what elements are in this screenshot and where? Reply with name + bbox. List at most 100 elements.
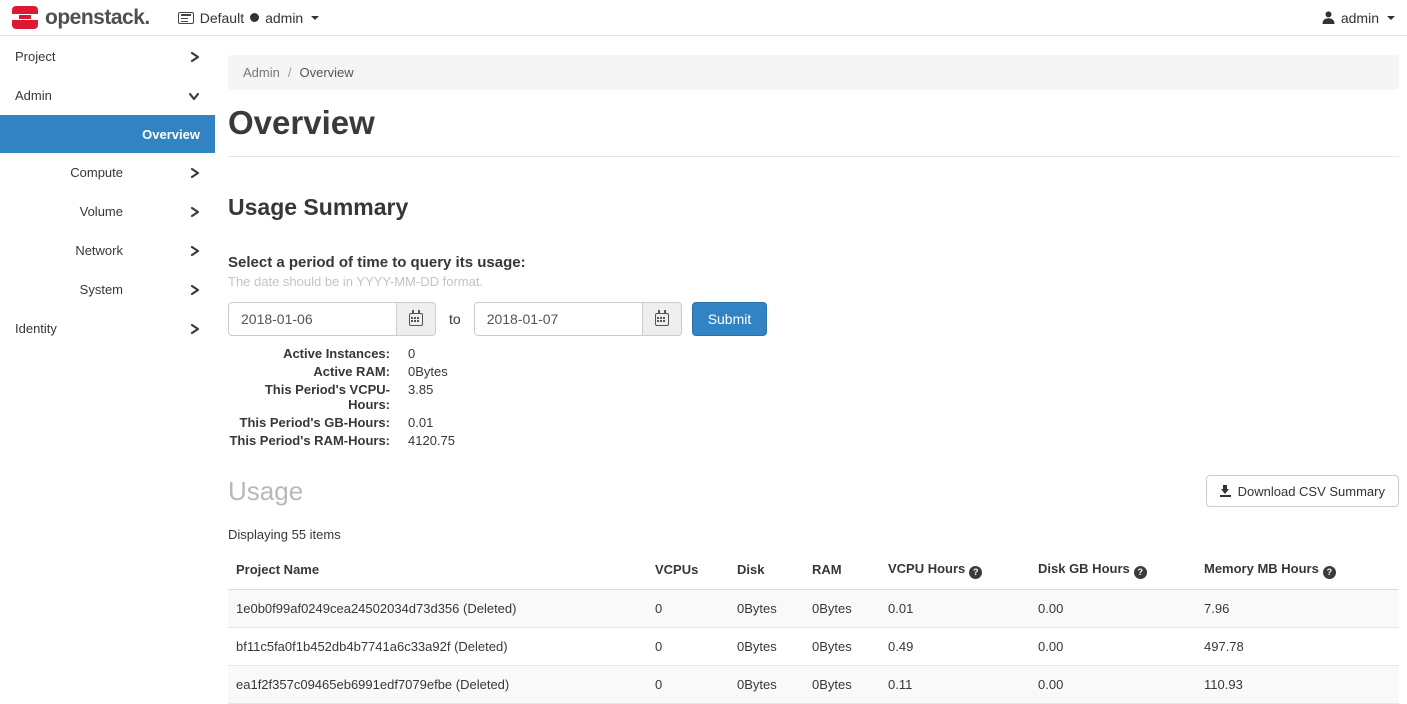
- cell-vcpus: 0: [647, 665, 729, 703]
- user-name: admin: [1341, 10, 1379, 26]
- sidebar-nav: Project Admin Overview Compute Volume Ne…: [0, 37, 215, 348]
- page-title: Overview: [228, 104, 1399, 142]
- table-row: ea1f2f357c09465eb6991edf7079efbe (Delete…: [228, 665, 1399, 703]
- stat-label: This Period's RAM-Hours:: [228, 433, 390, 448]
- cell-disk: 0Bytes: [729, 589, 804, 627]
- openstack-logo-icon: [12, 6, 38, 29]
- date-from-calendar-button[interactable]: [396, 302, 436, 336]
- sidebar-item-admin[interactable]: Admin: [0, 76, 215, 115]
- col-disk-gb-hours[interactable]: Disk GB Hours?: [1030, 552, 1196, 589]
- stat-value: 0.01: [408, 415, 433, 430]
- stat-value: 0Bytes: [408, 364, 448, 379]
- sidebar-item-project[interactable]: Project: [0, 37, 215, 76]
- breadcrumb-admin-link[interactable]: Admin: [243, 65, 280, 80]
- table-row: 1e0b0f99af0249cea24502034d73d356 (Delete…: [228, 589, 1399, 627]
- help-icon[interactable]: ?: [1323, 566, 1336, 579]
- date-from-input[interactable]: [228, 302, 396, 336]
- calendar-icon: [655, 313, 669, 326]
- cell-vcpus: 0: [647, 589, 729, 627]
- usage-stats: Active Instances: 0 Active RAM: 0Bytes T…: [228, 346, 1399, 448]
- domain-label: Default: [200, 10, 244, 26]
- sidebar-item-label: Project: [15, 49, 55, 64]
- title-divider: [228, 156, 1399, 157]
- stat-gb-hours: This Period's GB-Hours: 0.01: [228, 415, 1399, 430]
- col-memory-mb-hours[interactable]: Memory MB Hours?: [1196, 552, 1399, 589]
- date-to-group: [474, 302, 682, 336]
- col-ram[interactable]: RAM: [804, 552, 880, 589]
- submit-button[interactable]: Submit: [692, 302, 768, 336]
- calendar-icon: [409, 313, 423, 326]
- cell-vcpu-hours: 0.49: [880, 627, 1030, 665]
- cell-disk: 0Bytes: [729, 627, 804, 665]
- stat-value: 4120.75: [408, 433, 455, 448]
- cell-ram: 0Bytes: [804, 589, 880, 627]
- stat-active-ram: Active RAM: 0Bytes: [228, 364, 1399, 379]
- table-header-row: Project Name VCPUs Disk RAM VCPU Hours? …: [228, 552, 1399, 589]
- chevron-down-icon: [188, 91, 200, 101]
- user-icon: [1322, 11, 1335, 24]
- col-project-name[interactable]: Project Name: [228, 552, 647, 589]
- breadcrumb-current: Overview: [299, 65, 353, 80]
- chevron-right-icon: [190, 51, 200, 63]
- cell-project-name: ea1f2f357c09465eb6991edf7079efbe (Delete…: [228, 665, 647, 703]
- domain-project-switcher[interactable]: Default admin: [178, 10, 320, 26]
- stat-label: This Period's VCPU-Hours:: [228, 382, 390, 412]
- sidebar-item-system[interactable]: System: [0, 270, 215, 309]
- cell-memory-mb-hours: 7.96: [1196, 589, 1399, 627]
- main-content: Admin / Overview Overview Usage Summary …: [228, 37, 1399, 704]
- sidebar-item-network[interactable]: Network: [0, 231, 215, 270]
- chevron-right-icon: [190, 323, 200, 335]
- top-navbar: openstack. Default admin admin: [0, 0, 1407, 36]
- chevron-right-icon: [190, 284, 200, 296]
- cell-vcpus: 0: [647, 627, 729, 665]
- date-to-input[interactable]: [474, 302, 642, 336]
- sidebar-item-volume[interactable]: Volume: [0, 192, 215, 231]
- help-icon[interactable]: ?: [1134, 566, 1147, 579]
- period-form-hint: The date should be in YYYY-MM-DD format.: [228, 274, 1399, 289]
- cell-vcpu-hours: 0.01: [880, 589, 1030, 627]
- sidebar-item-label: Compute: [70, 165, 123, 180]
- openstack-brand[interactable]: openstack.: [12, 6, 150, 30]
- sidebar-item-label: Identity: [15, 321, 57, 336]
- usage-period-form: to Submit: [228, 302, 1399, 336]
- period-form-label: Select a period of time to query its usa…: [228, 254, 1399, 271]
- cell-project-name: bf11c5fa0f1b452db4b7741a6c33a92f (Delete…: [228, 627, 647, 665]
- sidebar-item-label: Overview: [142, 127, 200, 142]
- sidebar-item-compute[interactable]: Compute: [0, 153, 215, 192]
- download-icon: [1220, 485, 1231, 497]
- usage-table: Project Name VCPUs Disk RAM VCPU Hours? …: [228, 552, 1399, 704]
- breadcrumb-separator: /: [288, 65, 292, 80]
- cell-vcpu-hours: 0.11: [880, 665, 1030, 703]
- usage-table-title: Usage: [228, 476, 303, 507]
- col-disk[interactable]: Disk: [729, 552, 804, 589]
- help-icon[interactable]: ?: [969, 566, 982, 579]
- project-switcher-icon: [178, 12, 194, 24]
- cell-memory-mb-hours: 110.93: [1196, 665, 1399, 703]
- date-to-calendar-button[interactable]: [642, 302, 682, 336]
- date-from-group: [228, 302, 436, 336]
- table-count-text: Displaying 55 items: [228, 527, 1399, 542]
- caret-down-icon: [1387, 16, 1395, 20]
- stat-active-instances: Active Instances: 0: [228, 346, 1399, 361]
- col-vcpus[interactable]: VCPUs: [647, 552, 729, 589]
- stat-ram-hours: This Period's RAM-Hours: 4120.75: [228, 433, 1399, 448]
- brand-wordmark: openstack.: [45, 6, 150, 30]
- cell-project-name: 1e0b0f99af0249cea24502034d73d356 (Delete…: [228, 589, 647, 627]
- stat-label: This Period's GB-Hours:: [228, 415, 390, 430]
- cell-disk-gb-hours: 0.00: [1030, 589, 1196, 627]
- sidebar-item-overview[interactable]: Overview: [0, 115, 215, 153]
- sidebar-item-identity[interactable]: Identity: [0, 309, 215, 348]
- col-vcpu-hours[interactable]: VCPU Hours?: [880, 552, 1030, 589]
- user-menu[interactable]: admin: [1322, 10, 1395, 26]
- cell-disk: 0Bytes: [729, 665, 804, 703]
- cell-disk-gb-hours: 0.00: [1030, 627, 1196, 665]
- chevron-right-icon: [190, 245, 200, 257]
- stat-label: Active Instances:: [228, 346, 390, 361]
- to-label: to: [449, 311, 461, 327]
- dot-separator-icon: [250, 13, 259, 22]
- cell-disk-gb-hours: 0.00: [1030, 665, 1196, 703]
- usage-summary-heading: Usage Summary: [228, 194, 1399, 221]
- download-csv-button[interactable]: Download CSV Summary: [1206, 475, 1399, 507]
- cell-memory-mb-hours: 497.78: [1196, 627, 1399, 665]
- sidebar-item-label: Network: [75, 243, 123, 258]
